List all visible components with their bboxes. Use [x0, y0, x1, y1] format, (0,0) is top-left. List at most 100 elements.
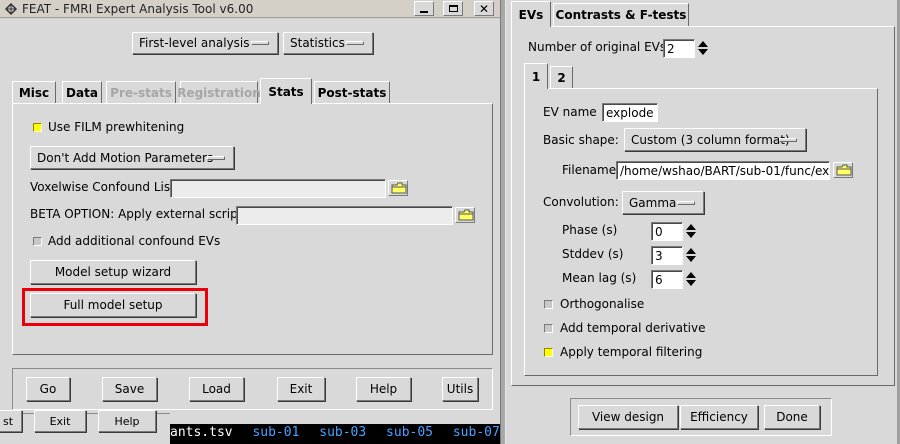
tab-contrasts[interactable]: Contrasts & F-tests	[553, 3, 689, 26]
film-label: Use FILM prewhitening	[48, 120, 185, 134]
title-bar[interactable]: FEAT - FMRI Expert Analysis Tool v6.00 ✕	[0, 0, 500, 18]
temporal-filtering-checkbox[interactable]	[544, 348, 553, 357]
button-label: Model setup wizard	[54, 265, 172, 279]
add-confound-label: Add additional confound EVs	[48, 234, 221, 248]
num-evs-input[interactable]: 2	[663, 39, 695, 58]
tab-post-stats[interactable]: Post-stats	[314, 81, 390, 103]
go-button[interactable]: Go	[26, 377, 70, 401]
folder-icon	[391, 182, 407, 194]
tab-label: Data	[66, 85, 98, 100]
mean-lag-label: Mean lag (s)	[562, 271, 637, 285]
app-icon	[3, 1, 19, 17]
motion-parameters-menu[interactable]: Don't Add Motion Parameters	[30, 146, 234, 169]
ev-tab-2[interactable]: 2	[550, 66, 573, 88]
filename-input[interactable]: /home/wshao/BART/sub-01/func/explode	[616, 161, 830, 180]
background-help-button[interactable]: Help	[98, 410, 156, 432]
spin-up-icon	[686, 224, 696, 230]
ev-name-input[interactable]: explode	[602, 103, 658, 122]
basic-shape-label: Basic shape:	[543, 133, 619, 147]
tab-label: Registration	[177, 85, 261, 100]
menu-indicator-icon	[207, 155, 225, 160]
num-evs-spinner[interactable]	[696, 39, 710, 58]
film-checkbox[interactable]	[33, 123, 42, 132]
close-icon: ✕	[478, 1, 490, 16]
terminal-text: ants.tsv	[170, 425, 233, 440]
button-label: Exit	[49, 414, 71, 428]
menu-indicator-icon	[251, 41, 269, 45]
menu-indicator-icon	[779, 137, 797, 142]
button-label: Go	[39, 382, 57, 396]
button-label: Full model setup	[63, 298, 163, 312]
spin-up-icon	[686, 248, 696, 254]
load-button[interactable]: Load	[189, 377, 244, 401]
analysis-type-menu[interactable]: Statistics	[283, 32, 373, 54]
tab-stats[interactable]: Stats	[260, 78, 312, 104]
button-label: Done	[776, 410, 808, 424]
analysis-level-menu[interactable]: First-level analysis	[132, 32, 278, 54]
save-button[interactable]: Save	[102, 377, 157, 401]
maximize-icon	[448, 5, 458, 12]
tab-label: Contrasts & F-tests	[555, 8, 687, 22]
maximize-button[interactable]	[443, 1, 463, 16]
view-design-button[interactable]: View design	[578, 405, 678, 429]
confound-input[interactable]	[170, 179, 386, 198]
spin-up-icon	[698, 41, 708, 47]
confound-label: Voxelwise Confound List	[30, 180, 175, 194]
button-label: Efficiency	[690, 410, 748, 424]
filename-browse-button[interactable]	[833, 162, 853, 178]
stddev-input[interactable]: 3	[651, 246, 683, 265]
mean-lag-input[interactable]: 6	[651, 270, 683, 289]
convolution-value: Gamma	[629, 195, 677, 210]
tab-misc[interactable]: Misc	[12, 81, 56, 103]
temporal-derivative-checkbox[interactable]	[544, 324, 553, 333]
tab-data[interactable]: Data	[62, 81, 102, 103]
folder-icon	[458, 209, 474, 221]
tab-evs[interactable]: EVs	[511, 1, 551, 27]
phase-spinner[interactable]	[684, 222, 698, 241]
window-title: FEAT - FMRI Expert Analysis Tool v6.00	[22, 2, 254, 16]
temporal-filtering-label: Apply temporal filtering	[560, 345, 703, 359]
terminal: ants.tsv sub-01 sub-03 sub-05 sub-07	[170, 424, 500, 444]
tab-label: Stats	[268, 84, 304, 99]
utils-button[interactable]: Utils	[442, 377, 478, 401]
tab-label: EVs	[518, 7, 544, 22]
background-st-button[interactable]: st	[0, 410, 22, 432]
minimize-icon	[420, 10, 428, 13]
basic-shape-menu[interactable]: Custom (3 column format)	[624, 128, 806, 151]
orthogonalise-checkbox[interactable]	[544, 300, 553, 309]
minimize-button[interactable]	[414, 1, 434, 16]
button-label: st	[2, 414, 14, 428]
folder-icon	[836, 164, 852, 176]
phase-input[interactable]: 0	[651, 222, 683, 241]
beta-browse-button[interactable]	[455, 207, 475, 223]
efficiency-button[interactable]: Efficiency	[680, 405, 758, 429]
done-button[interactable]: Done	[764, 405, 820, 429]
ev-name-label: EV name	[543, 105, 597, 119]
tab-label: 2	[557, 70, 566, 85]
feat-window: FEAT - FMRI Expert Analysis Tool v6.00 ✕…	[0, 0, 500, 444]
mean-lag-spinner[interactable]	[684, 270, 698, 289]
temporal-derivative-label: Add temporal derivative	[560, 321, 706, 335]
full-model-setup-button[interactable]: Full model setup	[30, 293, 196, 317]
beta-script-input[interactable]	[236, 206, 453, 225]
exit-button[interactable]: Exit	[277, 377, 325, 401]
terminal-item: sub-01	[252, 425, 300, 440]
terminal-item: sub-05	[386, 425, 434, 440]
add-confound-checkbox[interactable]	[33, 237, 42, 246]
background-exit-button[interactable]: Exit	[34, 410, 86, 432]
spin-down-icon	[686, 280, 696, 286]
model-setup-wizard-button[interactable]: Model setup wizard	[30, 260, 196, 284]
tab-label: Misc	[18, 85, 50, 100]
convolution-menu[interactable]: Gamma	[622, 191, 704, 214]
tab-label: 1	[531, 69, 541, 84]
button-label: View design	[591, 410, 665, 424]
ev-tab-1[interactable]: 1	[524, 63, 548, 89]
close-button[interactable]: ✕	[474, 1, 494, 16]
tab-label: Post-stats	[317, 85, 387, 100]
help-button[interactable]: Help	[356, 377, 411, 401]
button-label: Exit	[289, 382, 313, 396]
analysis-type-value: Statistics	[290, 36, 345, 50]
num-evs-label: Number of original EVs	[528, 40, 667, 54]
confound-browse-button[interactable]	[388, 180, 408, 196]
stddev-spinner[interactable]	[684, 246, 698, 265]
